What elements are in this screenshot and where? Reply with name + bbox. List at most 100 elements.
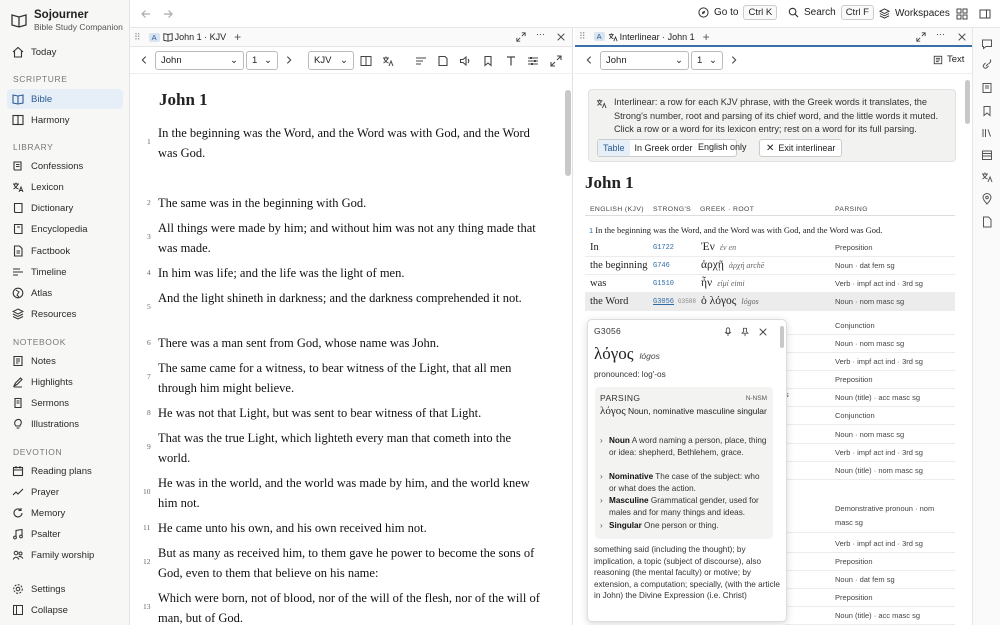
nav-encyclopedia[interactable]: Encyclopedia [7, 219, 123, 239]
seg-greek-order[interactable]: In Greek order [630, 143, 698, 153]
fullscreen-icon[interactable] [550, 55, 562, 67]
prev-chapter-icon[interactable] [139, 55, 149, 65]
nav-memory[interactable]: Memory [7, 503, 123, 523]
text-view-button[interactable]: Text [933, 54, 964, 65]
nav-family-worship[interactable]: Family worship [7, 545, 123, 565]
interlinear-row[interactable]: the Word G3056 G3588 ὁ λόγος lógos Noun · nom… [585, 293, 955, 311]
verse-text[interactable]: In the beginning was the Word, and the W… [158, 123, 543, 163]
book-select[interactable]: John ⌄ [155, 51, 244, 70]
goto-button[interactable]: Go to Ctrl K [698, 5, 778, 20]
search-button[interactable]: Search Ctrl F [788, 5, 874, 20]
text-format-icon[interactable] [505, 55, 517, 67]
verse-text[interactable]: He was not that Light, but was sent to b… [158, 403, 543, 423]
add-tab-icon[interactable]: + [234, 30, 241, 44]
audio-speaker-icon[interactable] [459, 55, 471, 67]
row-strongs[interactable]: G746 [653, 262, 670, 270]
settings-sliders-icon[interactable] [527, 55, 539, 67]
version-select[interactable]: KJV ⌄ [308, 51, 354, 70]
row-strongs-secondary[interactable]: G3588 [678, 298, 696, 305]
microphone-icon[interactable] [723, 327, 733, 337]
verse-text[interactable]: That was the true Light, which lighteth … [158, 428, 543, 468]
parallel-view-icon[interactable] [360, 55, 372, 67]
forward-arrow-icon[interactable] [162, 8, 174, 20]
verse-text[interactable]: He was in the world, and the world was m… [158, 473, 543, 513]
expand-icon[interactable] [916, 32, 926, 42]
more-options-icon[interactable]: ⋯ [536, 29, 545, 40]
nav-collapse[interactable]: Collapse [7, 600, 123, 620]
filter-lines-icon[interactable] [415, 55, 427, 67]
next-chapter-icon[interactable] [729, 55, 739, 65]
nav-lexicon[interactable]: Lexicon [7, 177, 123, 197]
close-icon[interactable] [758, 327, 768, 337]
seg-english-only[interactable]: English only [698, 142, 747, 152]
seg-table[interactable]: Table [598, 140, 630, 156]
prev-chapter-icon[interactable] [584, 55, 594, 65]
workspaces-button[interactable]: Workspaces [879, 8, 950, 19]
calendar-icon[interactable] [981, 149, 993, 161]
grid-layout-icon[interactable] [956, 8, 968, 20]
nav-prayer[interactable]: Prayer [7, 482, 123, 502]
parsing-item[interactable]: › Nominative The case of the subject: who… [600, 471, 769, 495]
nav-sermons[interactable]: Sermons [7, 393, 123, 413]
nav-bible[interactable]: Bible [7, 89, 123, 109]
verse-text[interactable]: He came unto his own, and his own receiv… [158, 518, 543, 538]
bible-tab-label[interactable]: John 1 · KJV [175, 32, 227, 42]
nav-settings[interactable]: Settings [7, 579, 123, 599]
nav-illustrations[interactable]: Illustrations [7, 414, 123, 434]
nav-highlights[interactable]: Highlights [7, 372, 123, 392]
next-chapter-icon[interactable] [284, 55, 294, 65]
interlinear-tab-label[interactable]: Interlinear · John 1 [620, 32, 695, 42]
library-icon[interactable] [981, 127, 993, 139]
chapter-select[interactable]: 1 ⌄ [246, 51, 278, 70]
verse-text[interactable]: The same was in the beginning with God. [158, 193, 543, 213]
verse-text[interactable]: In him was life; and the life was the li… [158, 263, 543, 283]
book-select[interactable]: John ⌄ [600, 51, 689, 70]
nav-reading-plans[interactable]: Reading plans [7, 461, 123, 481]
verse-text[interactable]: But as many as received him, to them gav… [158, 543, 543, 583]
close-icon[interactable] [556, 32, 566, 42]
note-add-icon[interactable] [437, 55, 449, 67]
row-strongs[interactable]: G3056 [653, 298, 674, 306]
more-options-icon[interactable]: ⋯ [936, 29, 945, 40]
translate-icon[interactable] [382, 55, 394, 67]
scrollbar-thumb[interactable] [565, 90, 571, 176]
nav-dictionary[interactable]: Dictionary [7, 198, 123, 218]
nav-atlas[interactable]: Atlas [7, 283, 123, 303]
verse-text[interactable]: Which were born, not of blood, nor of th… [158, 588, 543, 625]
verse-text[interactable]: The same came for a witness, to bear wit… [158, 358, 543, 398]
exit-interlinear-button[interactable]: ✕ Exit interlinear [759, 139, 843, 157]
interlinear-row[interactable]: the beginning G746 ἀρχῇ ἀρχή archē Noun · da… [585, 257, 955, 275]
pin-icon[interactable] [740, 327, 750, 337]
row-greek[interactable]: ὁ λόγος lógos [701, 295, 759, 307]
row-strongs[interactable]: G1722 [653, 244, 674, 252]
nav-today[interactable]: Today [7, 42, 123, 62]
scrollbar-thumb[interactable] [965, 80, 970, 124]
back-arrow-icon[interactable] [140, 8, 152, 20]
bookmark-icon[interactable] [981, 105, 993, 117]
parsing-item[interactable]: › Masculine Grammatical gender, used for … [600, 495, 769, 519]
drag-handle-icon[interactable]: ⠿ [134, 32, 141, 43]
parsing-item[interactable]: › Singular One person or thing. [600, 520, 769, 532]
nav-notes[interactable]: Notes [7, 351, 123, 371]
translate-icon[interactable] [981, 171, 993, 183]
bookmark-icon[interactable] [482, 55, 494, 67]
verse-text[interactable]: All things were made by him; and without… [158, 218, 543, 258]
nav-resources[interactable]: Resources [7, 304, 123, 324]
file-icon[interactable] [981, 216, 993, 228]
interlinear-row[interactable]: was G1510 ἦν εἰμί eimi Verb · impf act ind ·… [585, 275, 955, 293]
chat-icon[interactable] [981, 38, 993, 50]
verse-text[interactable]: And the light shineth in darkness; and t… [158, 288, 543, 308]
expand-icon[interactable] [516, 32, 526, 42]
popup-scrollbar[interactable] [780, 326, 784, 348]
verse-text[interactable]: There was a man sent from God, whose nam… [158, 333, 543, 353]
nav-factbook[interactable]: Factbook [7, 241, 123, 261]
panel-toggle-icon[interactable] [979, 8, 991, 20]
add-tab-icon[interactable]: + [703, 30, 710, 44]
parsing-item[interactable]: › Noun A word naming a person, place, thi… [600, 435, 769, 459]
row-greek[interactable]: ἀρχῇ ἀρχή archē [701, 259, 764, 271]
interlinear-row[interactable]: In G1722 Ἐν ἐν en Preposition [585, 239, 955, 257]
nav-timeline[interactable]: Timeline [7, 262, 123, 282]
nav-psalter[interactable]: Psalter [7, 524, 123, 544]
drag-handle-icon[interactable]: ⠿ [579, 31, 586, 42]
nav-harmony[interactable]: Harmony [7, 110, 123, 130]
